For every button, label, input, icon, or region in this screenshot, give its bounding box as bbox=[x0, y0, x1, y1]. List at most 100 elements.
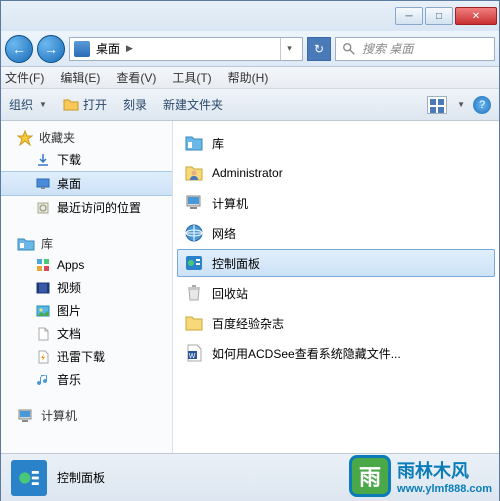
control-panel-icon bbox=[184, 253, 204, 273]
library-icon bbox=[17, 236, 35, 252]
sidebar-item-label: 桌面 bbox=[57, 175, 81, 192]
recycle-bin-icon bbox=[184, 283, 204, 303]
download-icon bbox=[35, 152, 51, 168]
item-label: 百度经验杂志 bbox=[212, 315, 284, 332]
sidebar-item-label: 最近访问的位置 bbox=[57, 199, 141, 216]
view-options-button[interactable] bbox=[427, 96, 447, 114]
watermark-url: www.ylmf888.com bbox=[397, 483, 492, 495]
menu-view[interactable]: 查看(V) bbox=[116, 69, 156, 86]
sidebar-item-recent[interactable]: 最近访问的位置 bbox=[1, 196, 172, 219]
minimize-button[interactable]: ─ bbox=[395, 7, 423, 25]
item-label: 控制面板 bbox=[212, 255, 260, 272]
word-doc-icon: W bbox=[184, 343, 204, 363]
sidebar-item-desktop[interactable]: 桌面 bbox=[1, 171, 172, 196]
sidebar-item-label: 文档 bbox=[57, 325, 81, 342]
library-icon bbox=[184, 133, 204, 153]
body: 收藏夹 下载 桌面 最近访问的位置 库 bbox=[1, 121, 499, 500]
item-label: 网络 bbox=[212, 225, 236, 242]
music-icon bbox=[35, 372, 51, 388]
documents-icon bbox=[35, 326, 51, 342]
navigation-pane: 收藏夹 下载 桌面 最近访问的位置 库 bbox=[1, 121, 173, 500]
apps-icon bbox=[35, 257, 51, 273]
sidebar-item-label: 图片 bbox=[57, 302, 81, 319]
chevron-down-icon: ▼ bbox=[39, 100, 47, 109]
breadcrumb-separator-icon[interactable]: ▶ bbox=[126, 43, 133, 54]
search-icon bbox=[342, 42, 356, 56]
organize-label: 组织 bbox=[9, 96, 33, 113]
list-item[interactable]: W 如何用ACDSee查看系统隐藏文件... bbox=[177, 339, 495, 367]
sidebar-item-music[interactable]: 音乐 bbox=[1, 368, 172, 391]
sidebar-item-label: 音乐 bbox=[57, 371, 81, 388]
libraries-header[interactable]: 库 bbox=[1, 233, 172, 254]
thunder-icon bbox=[35, 349, 51, 365]
sidebar-item-pictures[interactable]: 图片 bbox=[1, 299, 172, 322]
item-label: 计算机 bbox=[212, 195, 248, 212]
open-button[interactable]: 打开 bbox=[63, 96, 107, 113]
address-bar[interactable]: 桌面 ▶ ▾ bbox=[69, 37, 303, 61]
list-item[interactable]: 库 bbox=[177, 129, 495, 157]
sidebar-item-label: 视频 bbox=[57, 279, 81, 296]
back-button[interactable]: ← bbox=[5, 35, 33, 63]
computer-icon bbox=[17, 408, 35, 424]
list-item[interactable]: Administrator bbox=[177, 159, 495, 187]
recent-icon bbox=[35, 200, 51, 216]
list-item[interactable]: 计算机 bbox=[177, 189, 495, 217]
menu-file[interactable]: 文件(F) bbox=[5, 69, 44, 86]
maximize-button[interactable]: □ bbox=[425, 7, 453, 25]
user-icon bbox=[184, 163, 204, 183]
sidebar-item-apps[interactable]: Apps bbox=[1, 254, 172, 276]
network-icon bbox=[184, 223, 204, 243]
star-icon bbox=[17, 130, 33, 146]
forward-button[interactable]: → bbox=[37, 35, 65, 63]
watermark-name: 雨林木风 bbox=[397, 457, 492, 483]
item-label: 回收站 bbox=[212, 285, 248, 302]
list-item[interactable]: 百度经验杂志 bbox=[177, 309, 495, 337]
explorer-window: ─ □ ✕ ← → 桌面 ▶ ▾ ↻ 搜索 桌面 文件(F) 编辑(E) 查看(… bbox=[0, 0, 500, 501]
desktop-icon bbox=[35, 176, 51, 192]
item-label: 库 bbox=[212, 135, 224, 152]
organize-button[interactable]: 组织 ▼ bbox=[9, 96, 47, 113]
list-item[interactable]: 控制面板 bbox=[177, 249, 495, 277]
navigation-bar: ← → 桌面 ▶ ▾ ↻ 搜索 桌面 bbox=[1, 31, 499, 67]
control-panel-icon bbox=[11, 460, 47, 496]
burn-button[interactable]: 刻录 bbox=[123, 96, 147, 113]
list-item[interactable]: 网络 bbox=[177, 219, 495, 247]
sidebar-item-label: 迅雷下载 bbox=[57, 348, 105, 365]
sidebar-item-thunder[interactable]: 迅雷下载 bbox=[1, 345, 172, 368]
watermark: 雨 雨林木风 www.ylmf888.com bbox=[349, 455, 492, 497]
new-folder-label: 新建文件夹 bbox=[163, 96, 223, 113]
libraries-label: 库 bbox=[41, 235, 53, 252]
favorites-header[interactable]: 收藏夹 bbox=[1, 127, 172, 148]
search-placeholder: 搜索 桌面 bbox=[362, 40, 413, 57]
sidebar-item-documents[interactable]: 文档 bbox=[1, 322, 172, 345]
computer-header[interactable]: 计算机 bbox=[1, 405, 172, 426]
sidebar-item-videos[interactable]: 视频 bbox=[1, 276, 172, 299]
chevron-down-icon[interactable]: ▼ bbox=[457, 100, 465, 109]
sidebar-item-label: Apps bbox=[57, 258, 84, 272]
menu-help[interactable]: 帮助(H) bbox=[228, 69, 269, 86]
list-item[interactable]: 回收站 bbox=[177, 279, 495, 307]
burn-label: 刻录 bbox=[123, 96, 147, 113]
sidebar-item-downloads[interactable]: 下载 bbox=[1, 148, 172, 171]
help-button[interactable]: ? bbox=[473, 96, 491, 114]
menu-bar: 文件(F) 编辑(E) 查看(V) 工具(T) 帮助(H) bbox=[1, 67, 499, 89]
computer-icon bbox=[184, 193, 204, 213]
favorites-label: 收藏夹 bbox=[39, 129, 75, 146]
status-selected-label: 控制面板 bbox=[57, 469, 105, 486]
video-icon bbox=[35, 280, 51, 296]
refresh-button[interactable]: ↻ bbox=[307, 37, 331, 61]
close-button[interactable]: ✕ bbox=[455, 7, 497, 25]
menu-edit[interactable]: 编辑(E) bbox=[60, 69, 100, 86]
open-label: 打开 bbox=[83, 96, 107, 113]
desktop-icon bbox=[74, 41, 90, 57]
address-dropdown-icon[interactable]: ▾ bbox=[280, 38, 298, 60]
titlebar: ─ □ ✕ bbox=[1, 1, 499, 31]
breadcrumb[interactable]: 桌面 bbox=[96, 40, 120, 57]
menu-tools[interactable]: 工具(T) bbox=[172, 69, 211, 86]
item-label: Administrator bbox=[212, 166, 283, 180]
svg-text:W: W bbox=[189, 353, 196, 360]
content-pane: 库 Administrator 计算机 网络 控制面板 回收站 bbox=[173, 121, 499, 500]
search-input[interactable]: 搜索 桌面 bbox=[335, 37, 495, 61]
toolbar: 组织 ▼ 打开 刻录 新建文件夹 ▼ ? bbox=[1, 89, 499, 121]
new-folder-button[interactable]: 新建文件夹 bbox=[163, 96, 223, 113]
